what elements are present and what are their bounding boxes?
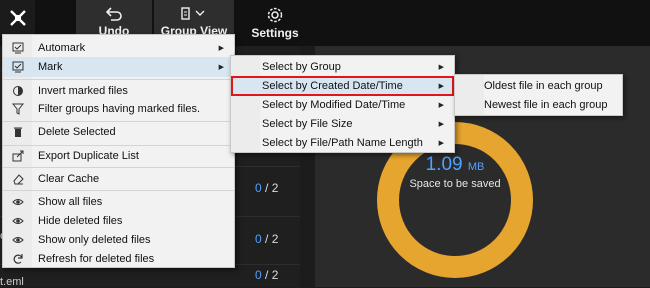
gear-icon <box>267 7 283 23</box>
invert-icon <box>11 84 25 98</box>
menu-item-invert-marked[interactable]: Invert marked files <box>3 81 234 101</box>
menu-item-label: Select by File/Path Name Length <box>262 137 423 149</box>
menu-separator <box>3 79 234 80</box>
menu-item-filter-groups[interactable]: Filter groups having marked files. <box>3 99 234 119</box>
menu-item-label: Clear Cache <box>38 173 100 185</box>
submenu-arrow-icon: ▶ <box>218 45 224 52</box>
trash-icon <box>11 125 25 139</box>
submenu-arrow-icon: ▶ <box>438 121 444 128</box>
menu-item-label: Delete Selected <box>38 126 116 138</box>
menu-item-automark[interactable]: Automark ▶ <box>3 38 234 58</box>
main-context-menu: Automark ▶ Mark ▶ Invert marked files Fi… <box>2 34 235 268</box>
menu-item-label: Oldest file in each group <box>484 80 603 92</box>
menu-item-clear-cache[interactable]: Clear Cache <box>3 169 234 189</box>
submenu-arrow-icon: ▶ <box>218 64 224 71</box>
menu-item-label: Show all files <box>38 196 103 208</box>
menu-item-label: Hide deleted files <box>38 215 123 227</box>
menu-item-label: Show only deleted files <box>38 234 151 246</box>
menu-item-select-by-modified[interactable]: Select by Modified Date/Time ▶ <box>231 95 454 115</box>
submenu-arrow-icon: ▶ <box>438 140 444 147</box>
created-date-submenu: Oldest file in each group Newest file in… <box>454 74 623 116</box>
app-menu-button[interactable] <box>0 0 35 36</box>
filter-icon <box>11 102 25 116</box>
eye-icon <box>11 233 25 247</box>
group-count: 0 / 2 <box>255 268 279 282</box>
menu-item-label: Select by Created Date/Time <box>262 80 403 92</box>
mark-icon <box>11 60 25 74</box>
space-saved-caption: Space to be saved <box>409 178 501 190</box>
menu-item-delete-selected[interactable]: Delete Selected <box>3 122 234 142</box>
group-count: 0 / 2 <box>255 232 279 246</box>
mark-submenu: Select by Group ▶ Select by Created Date… <box>230 55 455 153</box>
menu-item-select-by-name-length[interactable]: Select by File/Path Name Length ▶ <box>231 133 454 153</box>
group-view-icon <box>181 7 205 20</box>
settings-label: Settings <box>251 26 299 40</box>
eye-icon <box>11 214 25 228</box>
export-icon <box>11 149 25 163</box>
menu-separator <box>3 190 234 191</box>
menu-item-mark[interactable]: Mark ▶ <box>3 57 234 77</box>
menu-item-label: Newest file in each group <box>484 99 608 111</box>
app-logo-icon <box>9 10 26 26</box>
menu-item-select-by-size[interactable]: Select by File Size ▶ <box>231 114 454 134</box>
menu-item-select-by-group[interactable]: Select by Group ▶ <box>231 57 454 77</box>
menu-item-show-only-deleted[interactable]: Show only deleted files <box>3 230 234 250</box>
menu-item-oldest-file[interactable]: Oldest file in each group <box>455 76 622 96</box>
menu-item-newest-file[interactable]: Newest file in each group <box>455 95 622 115</box>
menu-item-label: Filter groups having marked files. <box>38 103 201 115</box>
menu-item-label: Export Duplicate List <box>38 150 139 162</box>
refresh-icon <box>11 252 25 266</box>
menu-item-label: Refresh for deleted files <box>38 253 155 265</box>
menu-item-select-by-created[interactable]: Select by Created Date/Time ▶ <box>231 76 454 96</box>
settings-button[interactable]: Settings <box>240 0 310 46</box>
submenu-arrow-icon: ▶ <box>438 64 444 71</box>
group-count: 0 / 2 <box>255 181 279 195</box>
menu-item-show-all[interactable]: Show all files <box>3 192 234 212</box>
file-name-fragment: t.eml <box>0 276 24 288</box>
submenu-arrow-icon: ▶ <box>438 102 444 109</box>
submenu-arrow-icon: ▶ <box>438 83 444 90</box>
menu-item-label: Select by File Size <box>262 118 353 130</box>
space-saved-value: 1.09 MB <box>425 154 485 175</box>
eraser-icon <box>11 172 25 186</box>
menu-item-hide-deleted[interactable]: Hide deleted files <box>3 211 234 231</box>
menu-item-label: Automark <box>38 42 86 54</box>
menu-item-label: Mark <box>38 61 63 73</box>
menu-item-label: Select by Group <box>262 61 341 73</box>
menu-separator <box>3 167 234 168</box>
undo-icon <box>105 7 122 21</box>
automark-icon <box>11 41 25 55</box>
menu-item-label: Invert marked files <box>38 85 128 97</box>
menu-item-export-list[interactable]: Export Duplicate List <box>3 146 234 166</box>
eye-icon <box>11 195 25 209</box>
menu-item-label: Select by Modified Date/Time <box>262 99 406 111</box>
menu-item-refresh-deleted[interactable]: Refresh for deleted files <box>3 249 234 269</box>
